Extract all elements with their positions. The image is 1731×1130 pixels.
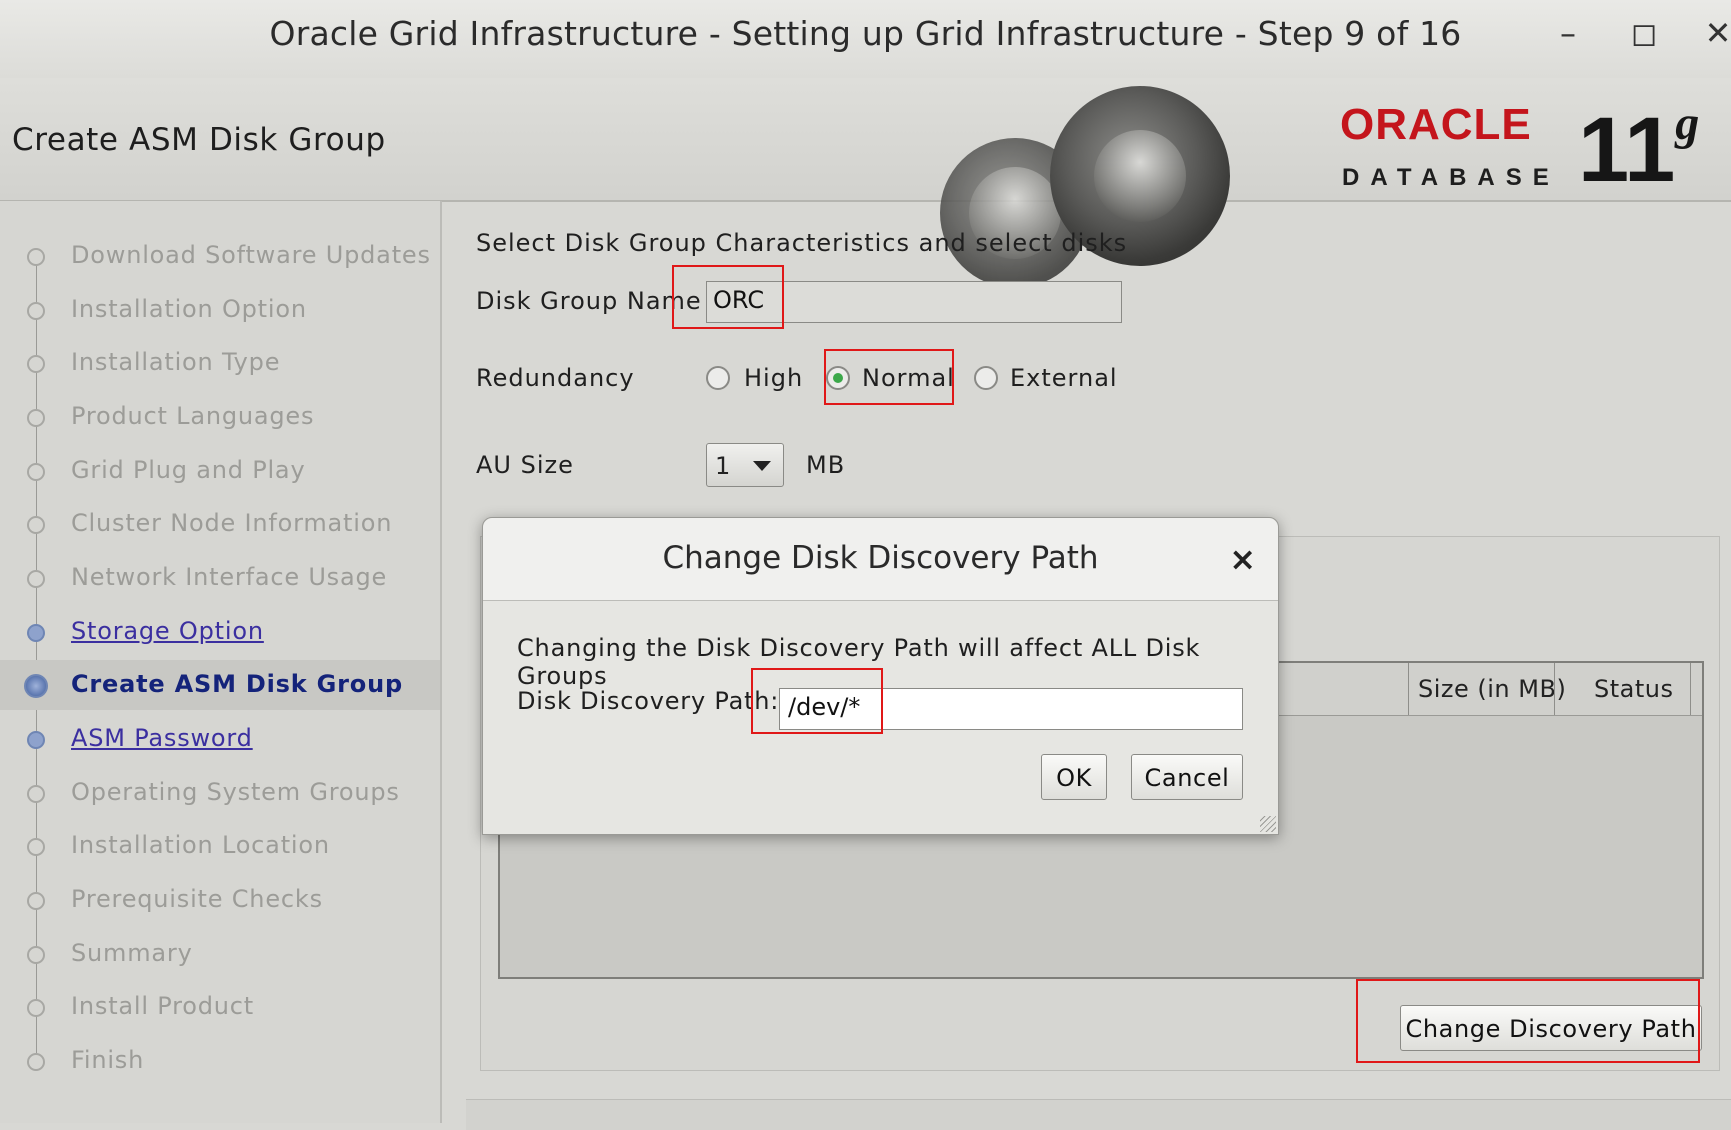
step-marker-icon <box>27 838 45 856</box>
redundancy-external-radio[interactable] <box>974 366 998 390</box>
step-label[interactable]: Storage Option <box>71 617 264 645</box>
sidebar-step-asm-password[interactable]: ASM Password <box>0 714 440 764</box>
ok-button[interactable]: OK <box>1041 754 1107 800</box>
step-label: Install Product <box>71 992 254 1020</box>
disk-discovery-path-input[interactable]: /dev/* <box>779 688 1243 730</box>
dialog-header: Change Disk Discovery Path × <box>483 518 1278 601</box>
window-title-bar: Oracle Grid Infrastructure - Setting up … <box>0 0 1731 79</box>
step-label: Installation Type <box>71 348 281 376</box>
dialog-message: Changing the Disk Discovery Path will af… <box>517 634 1201 690</box>
step-label: Installation Option <box>71 295 307 323</box>
step-marker-icon <box>27 570 45 588</box>
step-marker-icon <box>27 409 45 427</box>
step-label: Create ASM Disk Group <box>71 670 403 698</box>
sidebar-step-finish: Finish <box>0 1036 440 1086</box>
change-disk-discovery-path-dialog: Change Disk Discovery Path × Changing th… <box>482 517 1279 835</box>
step-marker-icon <box>27 302 45 320</box>
close-icon[interactable]: ✕ <box>1698 14 1731 52</box>
window-title: Oracle Grid Infrastructure - Setting up … <box>269 14 1462 53</box>
step-current-icon <box>24 674 48 698</box>
steps-sidebar: Download Software Updates Installation O… <box>0 201 442 1123</box>
sidebar-step-prerequisite-checks: Prerequisite Checks <box>0 875 440 925</box>
version-number: 11 <box>1578 99 1676 201</box>
step-label: Product Languages <box>71 402 315 430</box>
redundancy-normal-radio[interactable] <box>826 366 850 390</box>
step-marker-icon <box>27 999 45 1017</box>
column-header-size[interactable]: Size (in MB) <box>1418 675 1566 703</box>
step-label: Finish <box>71 1046 145 1074</box>
column-header-status[interactable]: Status <box>1594 675 1673 703</box>
sidebar-step-grid-plug-and-play: Grid Plug and Play <box>0 446 440 496</box>
step-marker-icon <box>27 463 45 481</box>
redundancy-high-label[interactable]: High <box>744 364 803 392</box>
disk-group-name-input[interactable]: ORC <box>706 281 1122 323</box>
au-size-unit: MB <box>806 451 846 479</box>
sidebar-step-install-product: Install Product <box>0 982 440 1032</box>
resize-grip-icon[interactable] <box>1260 816 1276 832</box>
au-size-select[interactable]: 1 <box>706 443 784 487</box>
bottom-panel-edge <box>466 1099 1731 1130</box>
step-label: Cluster Node Information <box>71 509 393 537</box>
sidebar-step-create-asm-disk-group: Create ASM Disk Group <box>0 660 440 710</box>
disk-group-name-label: Disk Group Name <box>476 287 702 315</box>
header-banner: Create ASM Disk Group ORACLE DATABASE 11… <box>0 78 1731 288</box>
chevron-down-icon <box>753 461 771 471</box>
sidebar-step-cluster-node-information: Cluster Node Information <box>0 499 440 549</box>
sidebar-step-download-software-updates: Download Software Updates <box>0 231 440 281</box>
au-size-value: 1 <box>715 452 731 480</box>
step-marker-icon <box>27 355 45 373</box>
step-label: Prerequisite Checks <box>71 885 323 913</box>
sidebar-step-summary: Summary <box>0 929 440 979</box>
redundancy-normal-label[interactable]: Normal <box>862 364 955 392</box>
step-label[interactable]: ASM Password <box>71 724 253 752</box>
sidebar-step-operating-system-groups: Operating System Groups <box>0 768 440 818</box>
au-size-label: AU Size <box>476 451 574 479</box>
column-separator <box>1408 663 1409 715</box>
redundancy-label: Redundancy <box>476 364 635 392</box>
disk-discovery-path-label: Disk Discovery Path: <box>517 687 780 715</box>
oracle-logo: ORACLE <box>1340 100 1532 149</box>
redundancy-external-label[interactable]: External <box>1010 364 1118 392</box>
sidebar-step-installation-option: Installation Option <box>0 285 440 335</box>
close-icon[interactable]: × <box>1229 540 1256 578</box>
step-marker-icon <box>27 248 45 266</box>
sidebar-step-storage-option[interactable]: Storage Option <box>0 607 440 657</box>
step-marker-icon <box>27 785 45 803</box>
step-marker-icon <box>27 1053 45 1071</box>
sidebar-step-product-languages: Product Languages <box>0 392 440 442</box>
step-label: Operating System Groups <box>71 778 400 806</box>
minimize-icon[interactable]: – <box>1548 14 1588 52</box>
step-label: Download Software Updates <box>71 241 431 269</box>
change-discovery-path-button[interactable]: Change Discovery Path <box>1400 1005 1702 1051</box>
step-marker-icon <box>27 946 45 964</box>
step-label: Installation Location <box>71 831 330 859</box>
step-marker-icon <box>27 892 45 910</box>
cancel-button[interactable]: Cancel <box>1131 754 1243 800</box>
instruction-text: Select Disk Group Characteristics and se… <box>476 229 1128 257</box>
oracle-version: 11g <box>1578 100 1699 197</box>
sidebar-step-network-interface-usage: Network Interface Usage <box>0 553 440 603</box>
page-title: Create ASM Disk Group <box>12 122 386 158</box>
column-separator <box>1554 663 1555 715</box>
sidebar-step-installation-type: Installation Type <box>0 338 440 388</box>
step-done-icon <box>27 624 45 642</box>
step-done-icon <box>27 731 45 749</box>
step-label: Grid Plug and Play <box>71 456 306 484</box>
version-suffix: g <box>1675 97 1700 150</box>
oracle-logo-subtitle: DATABASE <box>1342 164 1560 191</box>
sidebar-step-installation-location: Installation Location <box>0 821 440 871</box>
step-label: Summary <box>71 939 193 967</box>
step-marker-icon <box>27 516 45 534</box>
dialog-title: Change Disk Discovery Path <box>662 540 1099 576</box>
maximize-icon[interactable]: ◻ <box>1624 14 1664 52</box>
step-label: Network Interface Usage <box>71 563 388 591</box>
column-separator <box>1690 663 1691 715</box>
redundancy-high-radio[interactable] <box>706 366 730 390</box>
